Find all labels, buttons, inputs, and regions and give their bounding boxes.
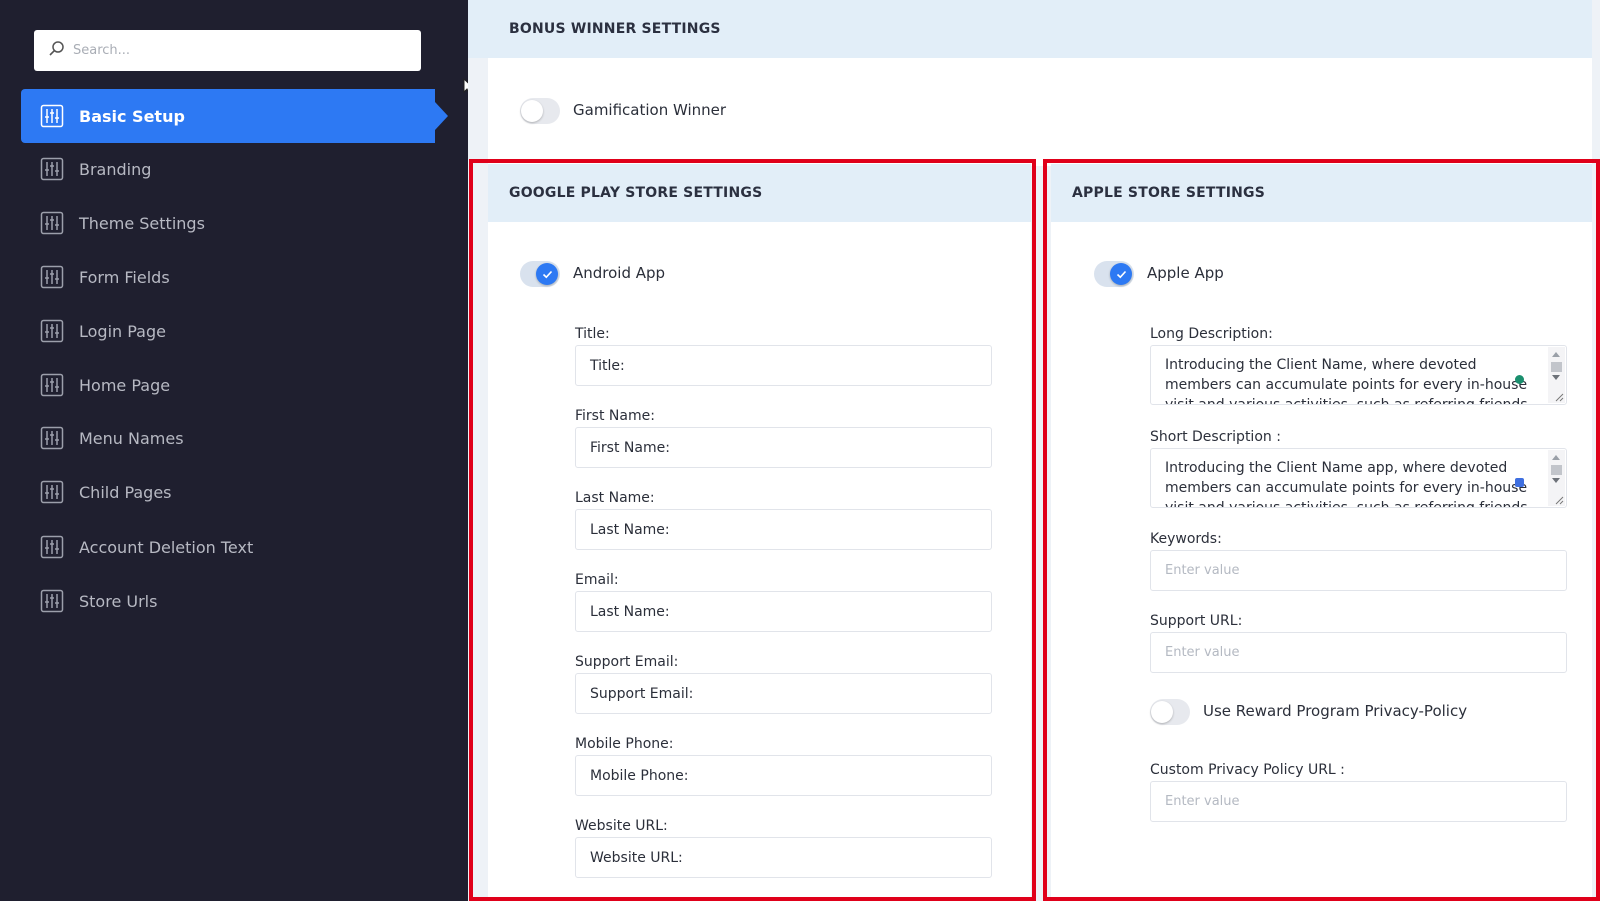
short-description-text: Introducing the Client Name app, where d… <box>1165 460 1528 508</box>
last-name-label: Last Name: <box>575 490 655 506</box>
bonus-winner-panel: BONUS WINNER SETTINGS Gamification Winne… <box>468 0 1592 166</box>
support-email-label: Support Email: <box>575 654 679 670</box>
sidebar-item-label: Branding <box>79 159 152 179</box>
title-label: Title: <box>575 326 610 342</box>
sliders-icon <box>40 211 64 235</box>
android-app-label: Android App <box>573 264 666 282</box>
sliders-icon <box>40 589 64 613</box>
toggle-knob <box>1110 263 1132 285</box>
sidebar-item-branding[interactable]: Branding <box>21 142 435 196</box>
support-url-label: Support URL: <box>1150 613 1243 629</box>
sidebar-item-label: Theme Settings <box>79 213 205 233</box>
support-email-field[interactable]: Support Email: <box>575 673 992 714</box>
sidebar-item-basic-setup[interactable]: Basic Setup <box>21 89 448 143</box>
sliders-icon <box>40 157 64 181</box>
custom-privacy-label: Custom Privacy Policy URL : <box>1150 762 1345 778</box>
sliders-icon <box>40 426 64 450</box>
search-input[interactable] <box>73 43 393 58</box>
toggle-knob <box>1151 701 1173 723</box>
first-name-label: First Name: <box>575 408 655 424</box>
website-url-label: Website URL: <box>575 818 668 834</box>
apple-app-label: Apple App <box>1147 264 1224 282</box>
resize-handle-icon[interactable] <box>1555 496 1564 505</box>
support-url-field[interactable]: Enter value <box>1150 632 1567 673</box>
gamification-winner-toggle[interactable] <box>520 98 560 124</box>
title-field[interactable]: Title: <box>575 345 992 386</box>
sidebar-item-store-urls[interactable]: Store Urls <box>21 574 435 628</box>
email-field[interactable]: Last Name: <box>575 591 992 632</box>
google-play-store-panel: GOOGLE PLAY STORE SETTINGS Android App T… <box>488 164 1031 901</box>
main-content: BONUS WINNER SETTINGS Gamification Winne… <box>468 0 1600 901</box>
check-icon <box>1116 270 1126 278</box>
sliders-icon <box>40 104 64 128</box>
sidebar-item-label: Menu Names <box>79 428 184 448</box>
mobile-phone-label: Mobile Phone: <box>575 736 674 752</box>
sidebar-item-theme-settings[interactable]: Theme Settings <box>21 196 435 250</box>
first-name-field[interactable]: First Name: <box>575 427 992 468</box>
sliders-icon <box>40 480 64 504</box>
sidebar-item-label: Home Page <box>79 375 171 395</box>
panel-header: BONUS WINNER SETTINGS <box>468 0 1592 58</box>
gamification-winner-label: Gamification Winner <box>573 101 727 119</box>
sidebar-item-label: Login Page <box>79 321 166 341</box>
long-description-textarea[interactable]: Introducing the Client Name, where devot… <box>1150 345 1567 405</box>
reward-privacy-label: Use Reward Program Privacy-Policy <box>1203 702 1468 720</box>
sidebar-item-label: Basic Setup <box>79 106 185 126</box>
short-description-textarea[interactable]: Introducing the Client Name app, where d… <box>1150 448 1567 508</box>
apple-store-panel: APPLE STORE SETTINGS Apple App Long Desc… <box>1051 164 1592 901</box>
long-description-label: Long Description: <box>1150 326 1273 342</box>
search-box[interactable] <box>34 30 421 71</box>
custom-privacy-field[interactable]: Enter value <box>1150 781 1567 822</box>
search-icon <box>48 40 65 61</box>
panel-header: GOOGLE PLAY STORE SETTINGS <box>488 164 1031 222</box>
apple-app-toggle[interactable] <box>1094 261 1134 287</box>
panel-header: APPLE STORE SETTINGS <box>1051 164 1592 222</box>
toggle-knob <box>536 263 558 285</box>
sidebar-item-home-page[interactable]: Home Page <box>21 358 435 412</box>
sidebar-item-label: Child Pages <box>79 482 172 502</box>
last-name-field[interactable]: Last Name: <box>575 509 992 550</box>
sidebar-item-login-page[interactable]: Login Page <box>21 304 435 358</box>
short-description-label: Short Description : <box>1150 429 1281 445</box>
email-label: Email: <box>575 572 619 588</box>
android-app-toggle[interactable] <box>520 261 560 287</box>
keywords-field[interactable]: Enter value <box>1150 550 1567 591</box>
sliders-icon <box>40 373 64 397</box>
sidebar-item-label: Form Fields <box>79 267 170 287</box>
long-description-text: Introducing the Client Name, where devot… <box>1165 357 1528 405</box>
sliders-icon <box>40 535 64 559</box>
resize-handle-icon[interactable] <box>1555 393 1564 402</box>
sidebar-item-form-fields[interactable]: Form Fields <box>21 250 435 304</box>
sidebar-item-label: Account Deletion Text <box>79 537 254 557</box>
sidebar: Basic Setup Branding Theme Settings Form… <box>0 0 468 901</box>
panel-body: Gamification Winner <box>488 58 1592 166</box>
check-icon <box>542 270 552 278</box>
sliders-icon <box>40 265 64 289</box>
toggle-knob <box>521 100 543 122</box>
keywords-label: Keywords: <box>1150 531 1222 547</box>
grammar-dot-icon <box>1515 375 1524 384</box>
sidebar-item-child-pages[interactable]: Child Pages <box>21 465 435 519</box>
reward-privacy-toggle[interactable] <box>1150 699 1190 725</box>
mobile-phone-field[interactable]: Mobile Phone: <box>575 755 992 796</box>
website-url-field[interactable]: Website URL: <box>575 837 992 878</box>
grammar-badge-icon <box>1515 478 1524 487</box>
sliders-icon <box>40 319 64 343</box>
sidebar-item-label: Store Urls <box>79 591 158 611</box>
sidebar-item-menu-names[interactable]: Menu Names <box>21 411 435 465</box>
sidebar-item-account-deletion-text[interactable]: Account Deletion Text <box>21 520 435 574</box>
